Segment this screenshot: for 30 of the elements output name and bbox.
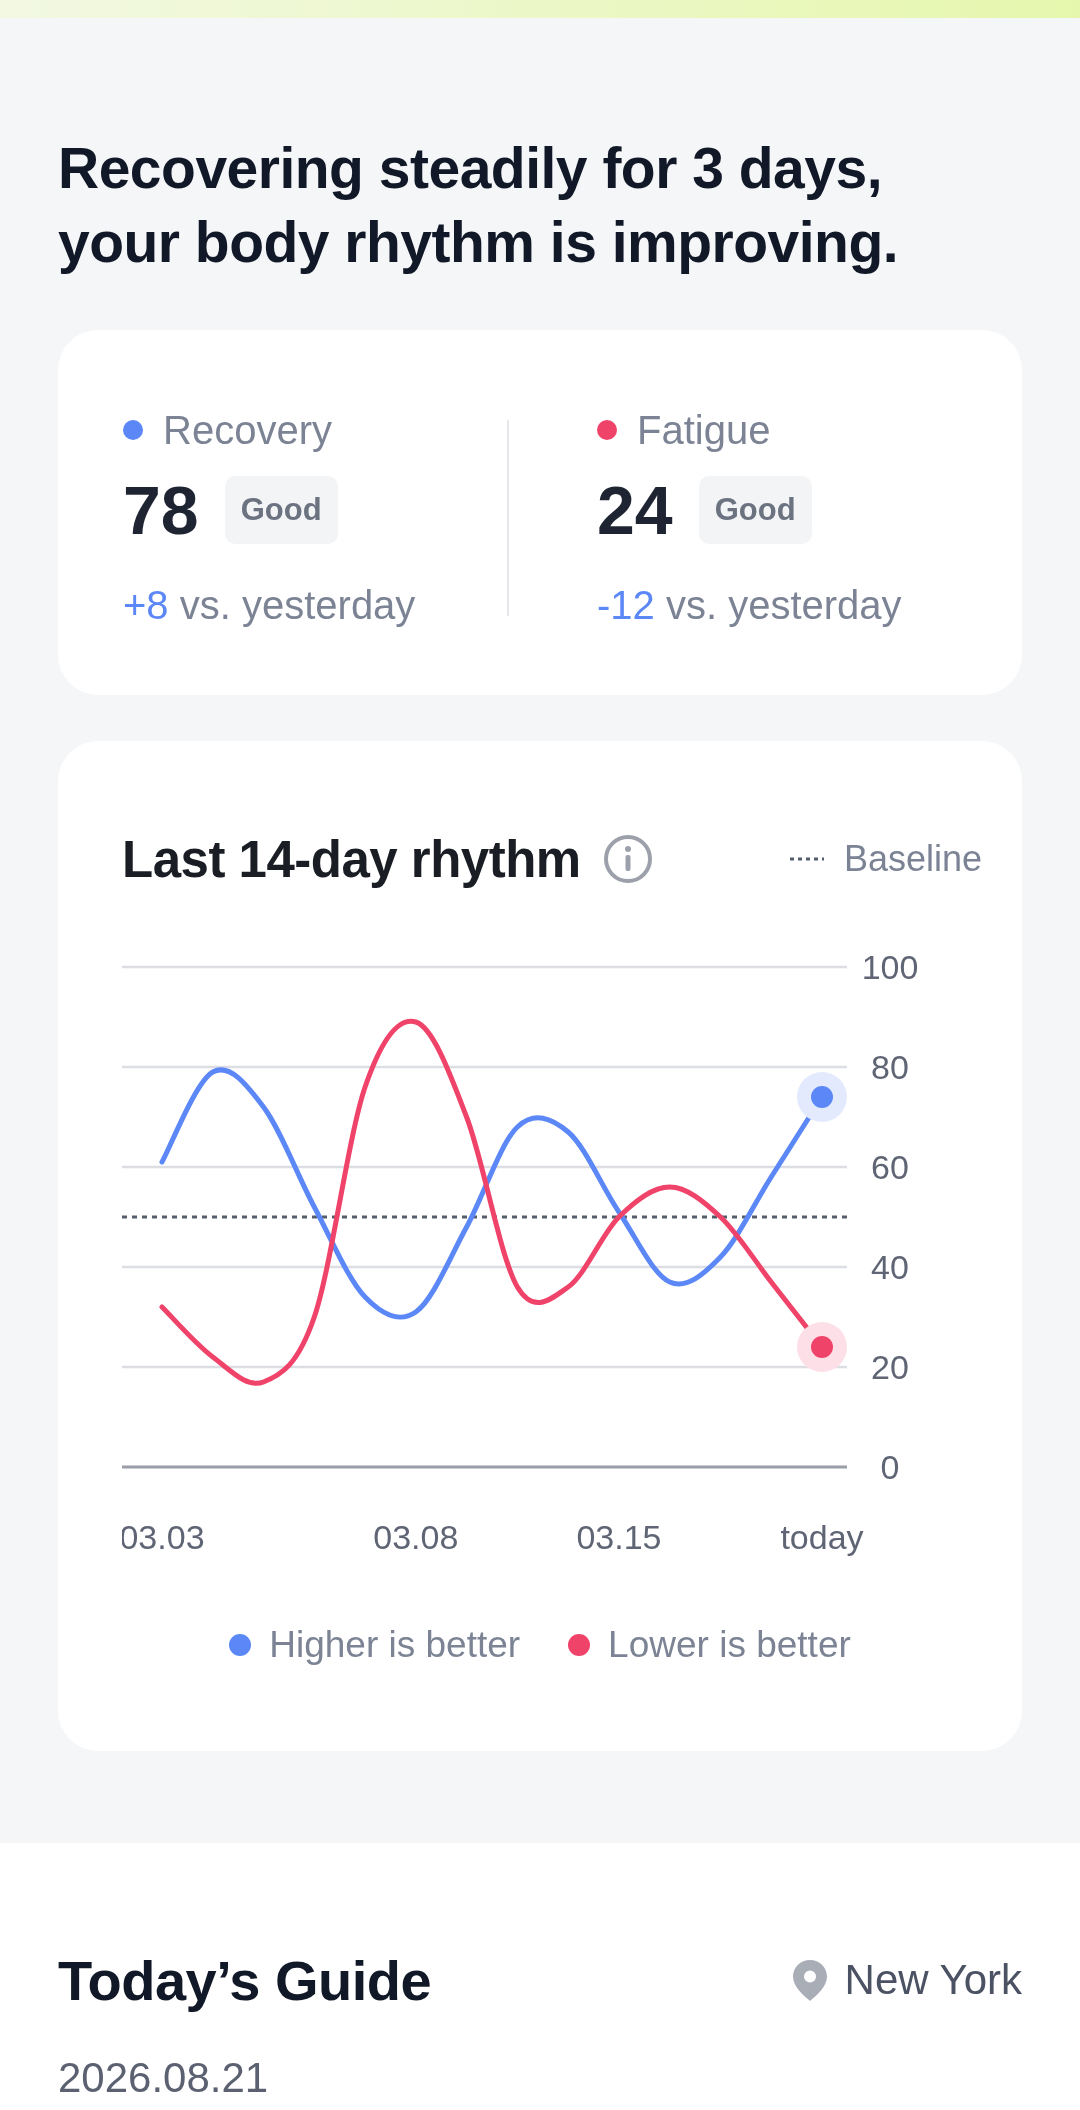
legend-label: Higher is better xyxy=(269,1624,521,1666)
section-title: Today’s Guide xyxy=(58,1947,432,2013)
location-pin-icon xyxy=(790,1958,829,2002)
info-icon[interactable] xyxy=(602,834,653,884)
status-badge: Good xyxy=(698,476,812,544)
highlight-marker xyxy=(797,1322,847,1372)
date-label: 2026.08.21 xyxy=(58,2053,270,2103)
axis-label: 80 xyxy=(871,1048,909,1086)
chart-title: Last 14-day rhythm xyxy=(122,829,581,889)
axis-label: 03.15 xyxy=(576,1518,662,1556)
legend-label: Baseline xyxy=(843,838,982,880)
legend-label: Lower is better xyxy=(608,1624,851,1666)
dotted-line-icon xyxy=(789,856,824,862)
status-badge: Good xyxy=(224,476,338,544)
headline: Recovering steadily for 3 days, your body rhythm is improving. xyxy=(58,135,900,276)
axis-label: 20 xyxy=(871,1348,909,1386)
location-label: New York xyxy=(844,1956,1022,2004)
metric-change: +8 vs. yesterday xyxy=(123,582,417,629)
axis-label: 100 xyxy=(861,948,919,986)
metric-label: Recovery xyxy=(163,407,332,453)
axis-label: 40 xyxy=(871,1248,909,1286)
axis-label: today xyxy=(780,1518,864,1556)
metric-label: Fatigue xyxy=(637,407,771,453)
axis-label: 03.08 xyxy=(373,1518,459,1556)
axis-label: 0 xyxy=(880,1448,900,1486)
metric-value: 78 xyxy=(123,471,199,549)
axis-label: 60 xyxy=(871,1148,909,1186)
metric-value: 24 xyxy=(597,471,673,549)
highlight-marker xyxy=(797,1072,847,1122)
metric-change: -12 vs. yesterday xyxy=(597,582,903,629)
